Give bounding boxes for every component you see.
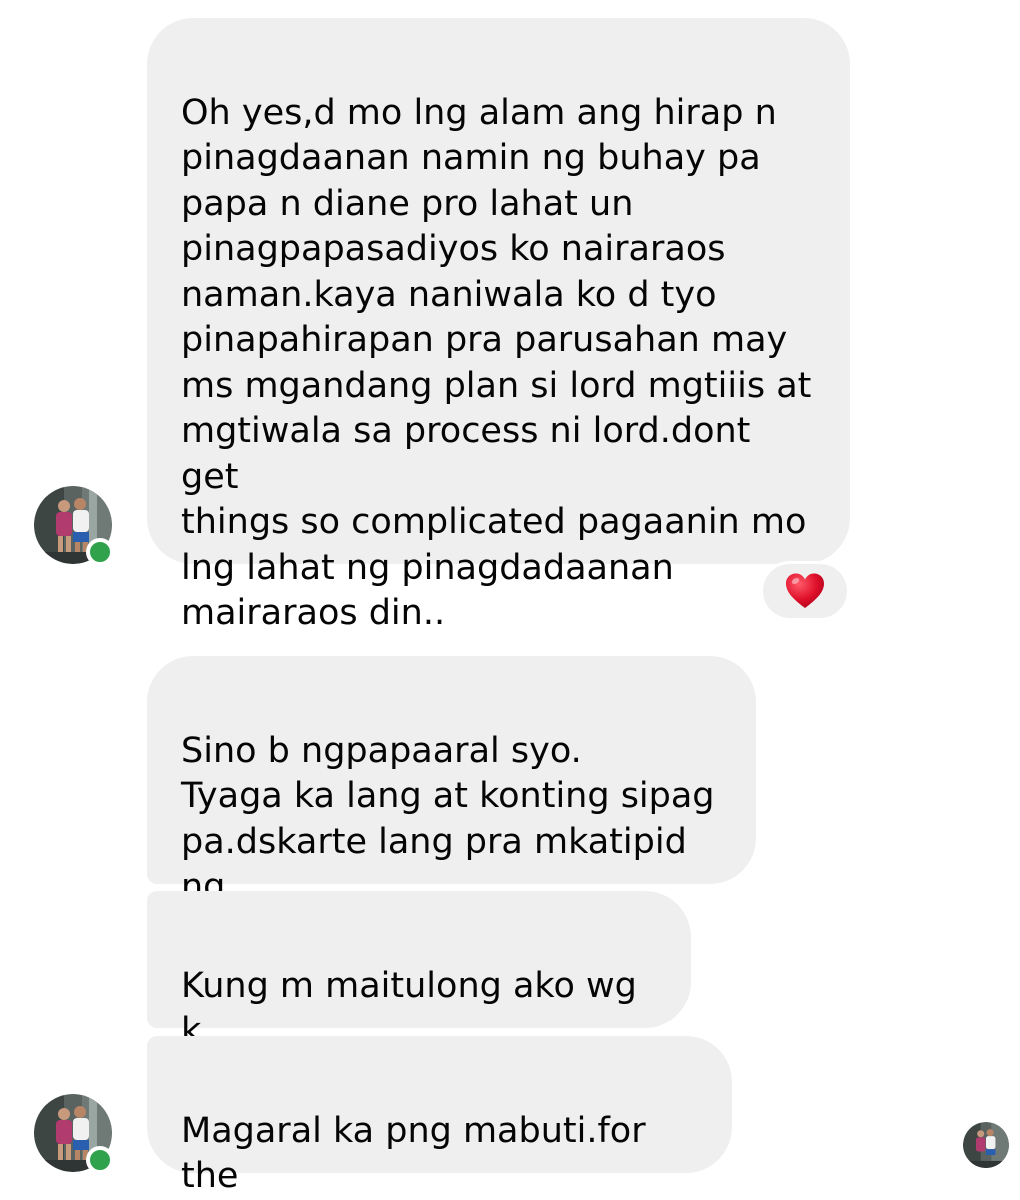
sender-avatar[interactable] <box>34 1094 114 1174</box>
message-bubble[interactable]: Oh yes,d mo lng alam ang hirap n pinagda… <box>147 18 850 633</box>
message-text: Oh yes,d mo lng alam ang hirap n pinagda… <box>181 92 812 634</box>
message-reaction[interactable] <box>760 561 850 621</box>
seen-avatar-photo <box>963 1122 1009 1168</box>
online-status-dot <box>86 1146 114 1174</box>
online-status-dot <box>86 538 114 566</box>
heart-icon <box>786 573 824 608</box>
message-bubble[interactable]: Kung m maitulong ako wg k mahiya.mgsabi. <box>147 891 691 1097</box>
message-text: Magaral ka png mabuti.for the future. <box>181 1110 646 1197</box>
sender-avatar[interactable] <box>34 486 114 566</box>
message-bubble[interactable]: Sino b ngpapaaral syo. Tyaga ka lang at … <box>147 656 756 953</box>
message-bubble[interactable]: Magaral ka png mabuti.for the future. <box>147 1036 732 1196</box>
seen-receipt-avatar <box>963 1122 1009 1168</box>
